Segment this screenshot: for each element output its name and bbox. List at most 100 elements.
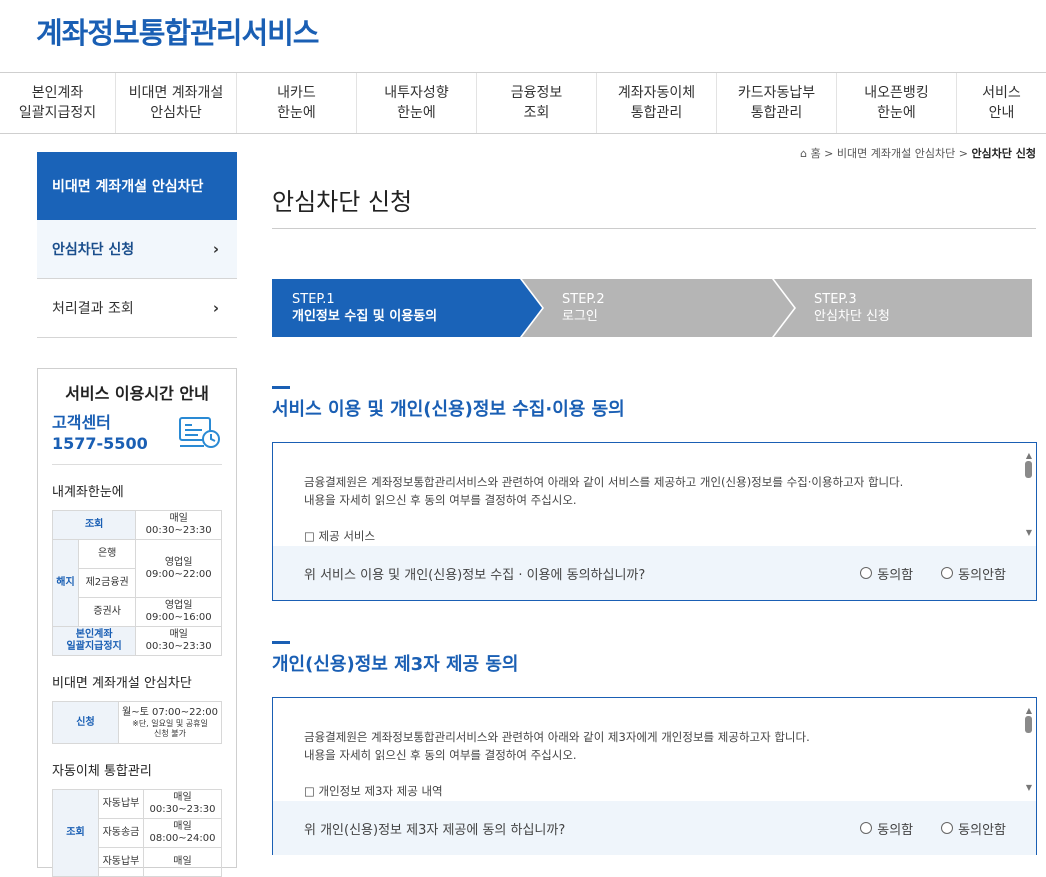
breadcrumb-current: 안심차단 신청 (971, 147, 1036, 160)
site-header: 계좌정보통합관리서비스 (0, 0, 1046, 72)
breadcrumb: ⌂ 홈 > 비대면 계좌개설 안심차단 > 안심차단 신청 (800, 147, 1036, 160)
section1-agree-radio[interactable]: 동의함 (860, 564, 913, 583)
table-cell: 매일 08:00~24:00 (142, 818, 223, 848)
scroll-down-icon[interactable]: ▼ (1026, 779, 1032, 797)
table-cell: 은행 (77, 539, 137, 569)
sidebar-item-apply[interactable]: 안심차단 신청 › (37, 220, 237, 279)
table-cell: 제2금융권 (77, 568, 137, 598)
auto-transfer-hours-table: 조회 자동납부 매일 00:30~23:30 자동송금 매일 08:00~24:… (52, 789, 223, 877)
section1-terms[interactable]: 금융결제원은 계좌정보통합관리서비스와 관련하여 아래와 같이 서비스를 제공하… (273, 443, 1036, 546)
section2-agree-radio[interactable]: 동의함 (860, 819, 913, 838)
hours-note: ※단, 일요일 및 공휴일 신청 불가 (132, 718, 208, 738)
radio-label: 동의함 (877, 822, 914, 838)
breadcrumb-home[interactable]: 홈 (811, 147, 821, 160)
table-cell: 자동송금 (98, 818, 144, 848)
breadcrumb-level1[interactable]: 비대면 계좌개설 안심차단 (837, 147, 955, 160)
terms-line: □ 제공 서비스 (304, 529, 376, 543)
nav-item-invest-profile[interactable]: 내투자성향 한눈에 (357, 73, 477, 133)
step-2: STEP.2 로그인 (562, 291, 605, 325)
global-nav: 본인계좌 일괄지급정지 비대면 계좌개설 안심차단 내카드 한눈에 내투자성향 … (0, 72, 1046, 134)
section1-question-row: 위 서비스 이용 및 개인(신용)정보 수집 · 이용에 동의하십니까? 동의함… (273, 546, 1036, 600)
step-1: STEP.1 개인정보 수집 및 이용동의 (292, 291, 437, 325)
site-logo[interactable]: 계좌정보통합관리서비스 (36, 10, 319, 52)
safe-block-hours-table: 신청 월~토 07:00~22:00 ※단, 일요일 및 공휴일 신청 불가 (52, 701, 222, 744)
my-account-hours-title: 내계좌한눈에 (52, 485, 124, 500)
step-3: STEP.3 안심차단 신청 (814, 291, 890, 325)
table-cell: 영업일 09:00~22:00 (135, 539, 222, 598)
step-1-label: 개인정보 수집 및 이용동의 (292, 309, 438, 324)
section1-question: 위 서비스 이용 및 개인(신용)정보 수집 · 이용에 동의하십니까? (304, 567, 646, 583)
table-cell: 증권사 (77, 597, 137, 627)
table-cell: 신청 (52, 701, 119, 744)
phone-counter-icon (179, 417, 220, 448)
terms-line: 내용을 자세히 읽으신 후 동의 여부를 결정하여 주십시오. (304, 748, 577, 762)
chevron-right-icon: › (212, 240, 219, 258)
table-cell: 영업일 09:00~16:00 (135, 597, 222, 627)
step-3-shape (772, 279, 1032, 337)
table-cell: 본인계좌 일괄지급정지 (51, 626, 137, 656)
section2-terms[interactable]: 금융결제원은 계좌정보통합관리서비스와 관련하여 아래와 같이 제3자에게 개인… (273, 698, 1036, 801)
sidebar: 비대면 계좌개설 안심차단 안심차단 신청 › 처리결과 조회 › (37, 152, 237, 338)
step-2-num: STEP.2 (562, 292, 605, 307)
service-hours-box: 서비스 이용시간 안내 고객센터 1577-5500 내계좌한눈에 조회 매일 … (37, 368, 237, 877)
nav-item-finance-info[interactable]: 금융정보 조회 (477, 73, 597, 133)
safe-block-hours-title: 비대면 계좌개설 안심차단 (52, 676, 192, 691)
section1-agree-box: 금융결제원은 계좌정보통합관리서비스와 관련하여 아래와 같이 서비스를 제공하… (272, 442, 1037, 601)
scroll-thumb[interactable] (1025, 716, 1032, 733)
scrollbar[interactable]: ▲ ▼ (1020, 698, 1036, 801)
sidebar-title: 비대면 계좌개설 안심차단 (37, 152, 237, 220)
table-cell: 해지 (52, 539, 79, 627)
sidebar-item-label: 안심차단 신청 (52, 242, 135, 258)
radio-circle-icon[interactable] (941, 822, 954, 834)
radio-circle-icon[interactable] (941, 567, 954, 579)
table-cell: 조회 (52, 789, 99, 877)
section-accent-bar (272, 641, 290, 644)
radio-circle-icon[interactable] (860, 567, 873, 579)
radio-label: 동의안함 (958, 567, 1006, 583)
step-3-label: 안심차단 신청 (814, 309, 890, 324)
table-cell: 매일 00:30~23:30 (142, 789, 223, 819)
step-1-num: STEP.1 (292, 292, 335, 307)
title-divider (272, 228, 1036, 229)
customer-center: 고객센터 1577-5500 (52, 412, 222, 465)
nav-item-card-autopay[interactable]: 카드자동납부 통합관리 (717, 73, 837, 133)
table-cell: 매일 00:30~23:30 (135, 626, 222, 656)
nav-item-auto-transfer[interactable]: 계좌자동이체 통합관리 (597, 73, 717, 133)
step-2-label: 로그인 (562, 309, 598, 324)
step-3-num: STEP.3 (814, 292, 857, 307)
table-cell: 자동납부 (98, 789, 144, 819)
hours-value: 월~토 07:00~22:00 (122, 706, 218, 718)
section1-title: 서비스 이용 및 개인(신용)정보 수집·이용 동의 (272, 399, 625, 420)
page-title: 안심차단 신청 (272, 188, 413, 216)
nav-item-open-banking[interactable]: 내오픈뱅킹 한눈에 (837, 73, 957, 133)
section2-disagree-radio[interactable]: 동의안함 (941, 819, 1006, 838)
radio-circle-icon[interactable] (860, 822, 873, 834)
terms-line: 금융결제원은 계좌정보통합관리서비스와 관련하여 아래와 같이 서비스를 제공하… (304, 475, 904, 489)
customer-center-label: 고객센터 (52, 413, 111, 432)
radio-label: 동의함 (877, 567, 914, 583)
table-cell: 조회 (51, 510, 137, 540)
chevron-right-icon: › (212, 299, 219, 317)
section2-title: 개인(신용)정보 제3자 제공 동의 (272, 654, 519, 675)
customer-center-phone: 1577-5500 (52, 434, 148, 453)
scrollbar[interactable]: ▲ ▼ (1020, 443, 1036, 546)
home-icon[interactable]: ⌂ (800, 147, 807, 160)
terms-line: 금융결제원은 계좌정보통합관리서비스와 관련하여 아래와 같이 제3자에게 개인… (304, 730, 810, 744)
sidebar-item-result[interactable]: 처리결과 조회 › (37, 279, 237, 338)
nav-item-service-guide[interactable]: 서비스 안내 (957, 73, 1046, 133)
section2-question-row: 위 개인(신용)정보 제3자 제공에 동의 하십니까? 동의함 동의안함 (273, 801, 1036, 855)
scroll-down-icon[interactable]: ▼ (1026, 524, 1032, 542)
section1-disagree-radio[interactable]: 동의안함 (941, 564, 1006, 583)
nav-item-safe-block[interactable]: 비대면 계좌개설 안심차단 (116, 73, 237, 133)
table-cell: 매일 (142, 847, 223, 877)
section2-agree-box: 금융결제원은 계좌정보통합관리서비스와 관련하여 아래와 같이 제3자에게 개인… (272, 697, 1037, 855)
sidebar-item-label: 처리결과 조회 (52, 301, 134, 317)
section2-question: 위 개인(신용)정보 제3자 제공에 동의 하십니까? (304, 822, 566, 838)
nav-item-my-card[interactable]: 내카드 한눈에 (237, 73, 357, 133)
terms-line: □ 개인정보 제3자 제공 내역 (304, 784, 443, 798)
terms-line: 내용을 자세히 읽으신 후 동의 여부를 결정하여 주십시오. (304, 493, 577, 507)
table-cell: 매일 00:30~23:30 (135, 510, 222, 540)
scroll-thumb[interactable] (1025, 461, 1032, 478)
radio-label: 동의안함 (958, 822, 1006, 838)
nav-item-account-stop[interactable]: 본인계좌 일괄지급정지 (0, 73, 116, 133)
